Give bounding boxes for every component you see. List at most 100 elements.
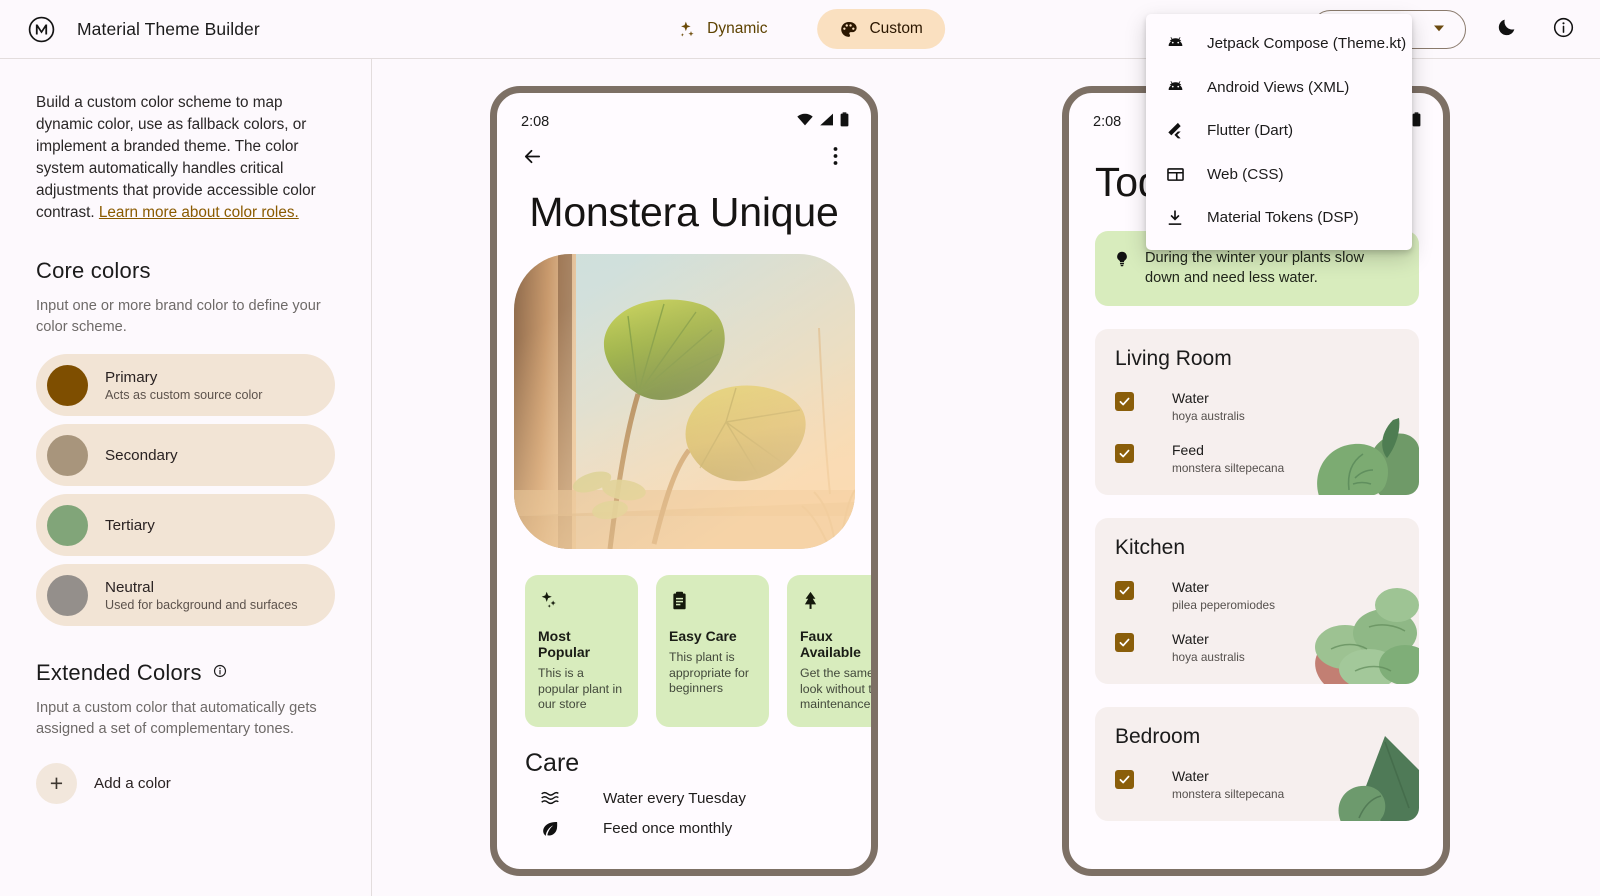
flutter-icon [1164, 120, 1186, 142]
swatch-desc: Acts as custom source color [105, 387, 263, 402]
feature-chip[interactable]: Faux Available Get the same look without… [787, 575, 878, 727]
task-text: Feed monstera siltepecana [1172, 442, 1284, 475]
add-color-label: Add a color [94, 775, 171, 792]
phone-preview-plant-detail: 2:08 Monstera Unique Most Popular This i… [490, 86, 878, 876]
battery-icon [1412, 112, 1421, 131]
sidebar: Build a custom color scheme to map dynam… [0, 59, 372, 896]
task-sub: monstera siltepecana [1172, 461, 1285, 475]
menu-item-flutter[interactable]: Flutter (Dart) [1146, 109, 1412, 153]
tab-custom-label: Custom [869, 20, 923, 37]
mode-switcher: Dynamic Custom [655, 9, 945, 49]
task-text: Water monstera siltepecana [1172, 768, 1284, 801]
status-icons [1412, 112, 1421, 131]
back-arrow-icon[interactable] [519, 143, 545, 169]
menu-item-label: Android Views (XML) [1207, 78, 1350, 96]
app-bar [497, 131, 871, 169]
care-heading: Care [525, 748, 580, 777]
chevron-down-icon [1433, 22, 1445, 38]
task-name: Water [1172, 768, 1209, 784]
checkbox-checked[interactable] [1115, 392, 1134, 411]
export-menu: Jetpack Compose (Theme.kt) Android Views… [1146, 14, 1412, 250]
task-row: Water hoya australis [1115, 631, 1401, 664]
room-card-bedroom: Bedroom Water monstera siltepecana [1095, 707, 1419, 821]
menu-item-label: Material Tokens (DSP) [1207, 209, 1359, 227]
task-sub: pilea peperomiodes [1172, 598, 1275, 612]
checkbox-checked[interactable] [1115, 633, 1134, 652]
checkbox-checked[interactable] [1115, 444, 1134, 463]
status-time: 2:08 [521, 113, 550, 130]
tree-icon [800, 588, 871, 612]
clipboard-icon [669, 588, 756, 612]
extended-colors-heading: Extended Colors [36, 660, 202, 685]
swatch-text: Neutral Used for background and surfaces [105, 579, 298, 612]
swatch-row-tertiary[interactable]: Tertiary [36, 494, 335, 556]
menu-item-label: Web (CSS) [1207, 165, 1284, 183]
status-bar: 2:08 [497, 93, 871, 131]
swatch-row-neutral[interactable]: Neutral Used for background and surfaces [36, 564, 335, 626]
checkbox-checked[interactable] [1115, 581, 1134, 600]
swatch-row-secondary[interactable]: Secondary [36, 424, 335, 486]
feature-chip[interactable]: Easy Care This plant is appropriate for … [656, 575, 769, 727]
chip-title: Most Popular [538, 628, 591, 660]
room-title: Kitchen [1115, 536, 1186, 559]
chip-title: Faux Available [800, 628, 861, 660]
dark-mode-toggle[interactable] [1492, 15, 1522, 45]
task-row: Water monstera siltepecana [1115, 768, 1401, 801]
checkbox-checked[interactable] [1115, 770, 1134, 789]
material-theme-builder-logo-icon [28, 16, 55, 43]
menu-item-jetpack-compose[interactable]: Jetpack Compose (Theme.kt) [1146, 22, 1412, 66]
room-title: Living Room [1115, 347, 1232, 370]
menu-item-web-css[interactable]: Web (CSS) [1146, 153, 1412, 197]
sparkle-icon [677, 20, 696, 39]
chip-desc: Get the same look without the maintenanc… [800, 666, 878, 711]
info-button[interactable] [1548, 15, 1578, 45]
lightbulb-icon [1113, 250, 1131, 288]
task-text: Water pilea peperomiodes [1172, 579, 1275, 612]
info-icon [1552, 16, 1575, 44]
add-color-button[interactable]: + Add a color [36, 763, 335, 804]
task-name: Water [1172, 390, 1209, 406]
sidebar-intro-text: Build a custom color scheme to map dynam… [36, 94, 316, 221]
water-waves-icon [539, 790, 561, 806]
battery-icon [840, 112, 849, 131]
color-dot[interactable] [47, 364, 88, 406]
app-title: Material Theme Builder [77, 18, 260, 39]
swatch-row-primary[interactable]: Primary Acts as custom source color [36, 354, 335, 416]
more-vert-icon[interactable] [822, 143, 848, 169]
feature-chips: Most Popular This is a popular plant in … [497, 549, 871, 727]
tab-dynamic-label: Dynamic [707, 20, 768, 37]
color-dot[interactable] [47, 434, 88, 476]
signal-icon [819, 113, 834, 130]
color-dot[interactable] [47, 504, 88, 546]
palette-icon [839, 20, 858, 39]
menu-item-material-tokens[interactable]: Material Tokens (DSP) [1146, 196, 1412, 240]
room-card-living-room: Living Room Water hoya australis Feed mo… [1095, 329, 1419, 495]
core-colors-list: Primary Acts as custom source color Seco… [36, 354, 335, 626]
swatch-title: Secondary [105, 446, 178, 464]
menu-item-android-views[interactable]: Android Views (XML) [1146, 66, 1412, 110]
tab-custom[interactable]: Custom [817, 9, 945, 49]
tip-text: During the winter your plants slow down … [1145, 250, 1365, 286]
plant-title: Monstera Unique [529, 189, 839, 235]
color-roles-link[interactable]: Learn more about color roles. [99, 204, 299, 221]
chip-title: Easy Care [669, 628, 737, 644]
swatch-title: Tertiary [105, 516, 155, 534]
status-time: 2:08 [1093, 113, 1122, 130]
extended-colors-sub: Input a custom color that automatically … [36, 700, 317, 737]
chip-desc: This is a popular plant in our store [538, 666, 623, 711]
moon-icon [1496, 16, 1518, 43]
wifi-icon [797, 113, 813, 130]
download-icon [1164, 207, 1186, 229]
task-sub: hoya australis [1172, 650, 1245, 664]
app-root: Material Theme Builder Dynamic Custom Je… [0, 0, 1600, 896]
swatch-title: Primary [105, 368, 158, 386]
color-dot[interactable] [47, 574, 88, 616]
swatch-text: Tertiary [105, 517, 155, 534]
plus-icon: + [36, 763, 77, 804]
core-colors-heading: Core colors [36, 258, 151, 283]
sidebar-intro: Build a custom color scheme to map dynam… [36, 92, 335, 224]
care-item: Water every Tuesday [497, 778, 871, 807]
info-icon[interactable] [213, 664, 227, 683]
feature-chip[interactable]: Most Popular This is a popular plant in … [525, 575, 638, 727]
tab-dynamic[interactable]: Dynamic [655, 9, 789, 49]
